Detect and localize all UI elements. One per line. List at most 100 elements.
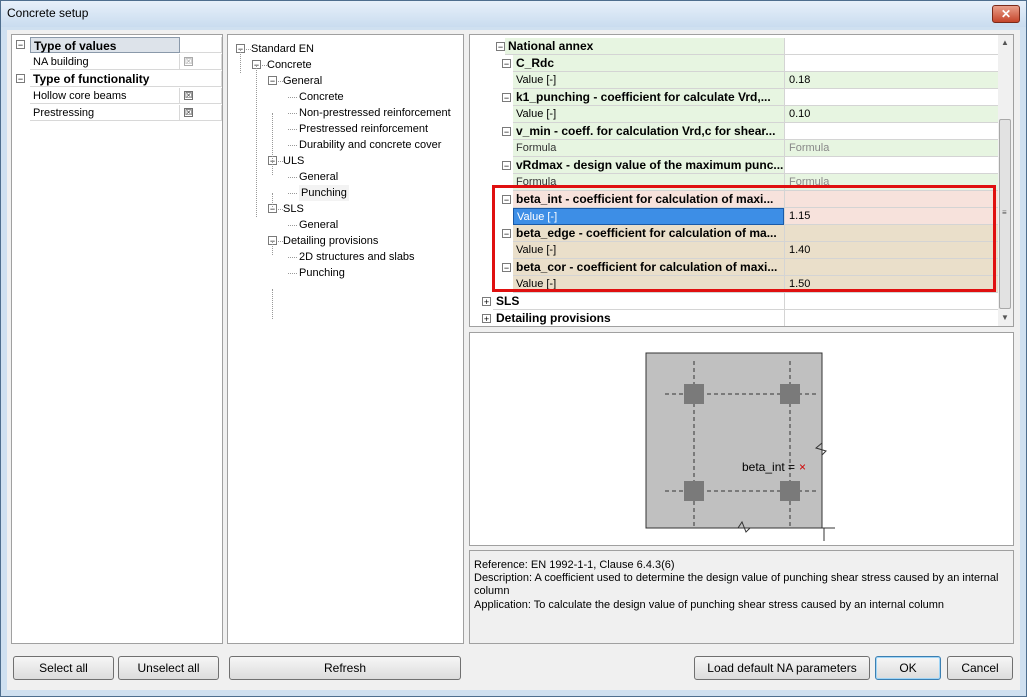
tree-guide: [240, 49, 241, 73]
reference-text: Reference: EN 1992-1-1, Clause 6.4.3(6): [474, 559, 675, 571]
grid-value-cell: Formula: [784, 140, 998, 157]
grid-row[interactable]: + Detailing provisions: [470, 310, 998, 326]
collapse-icon[interactable]: −: [496, 42, 505, 52]
punching-diagram: beta_int = ×: [645, 352, 835, 541]
window-title: Concrete setup: [7, 6, 89, 20]
grid-name-cell: Value [-]: [513, 106, 784, 123]
cancel-button[interactable]: Cancel: [947, 656, 1013, 680]
grid-row[interactable]: Formula Formula: [470, 140, 998, 157]
grid-row[interactable]: Value [-] 0.18: [470, 72, 998, 89]
collapse-icon[interactable]: −: [16, 74, 25, 84]
tree-connector: [288, 113, 297, 114]
scroll-down-arrow-icon[interactable]: ▼: [1001, 313, 1009, 322]
grid-row[interactable]: + SLS: [470, 293, 998, 310]
refresh-button[interactable]: Refresh: [229, 656, 461, 680]
tree-node[interactable]: Concrete: [299, 89, 344, 105]
grid-value-cell: [784, 89, 998, 106]
checkbox[interactable]: ☒: [184, 108, 193, 117]
tree-node[interactable]: SLS: [283, 201, 304, 217]
tree-node[interactable]: ULS: [283, 153, 304, 169]
tree-collapse-icon[interactable]: −: [268, 76, 277, 86]
column-bottom-right: [780, 481, 800, 501]
grid-scrollbar[interactable]: ▲ ≡ ▼: [998, 35, 1013, 326]
grip-icon: ≡: [1002, 208, 1007, 217]
tree-guide: [272, 113, 273, 175]
option-label: Prestressing: [30, 105, 180, 121]
collapse-icon[interactable]: −: [502, 127, 511, 137]
grid-name-cell: National annex: [505, 38, 784, 55]
tree-node[interactable]: General: [299, 217, 338, 233]
unselect-all-button[interactable]: Unselect all: [118, 656, 219, 680]
ok-button[interactable]: OK: [875, 656, 941, 680]
grid-gutter: [470, 140, 514, 157]
grid-row[interactable]: − v_min - coeff. for calculation Vrd,c fo…: [470, 123, 998, 140]
property-grid-panel: − National annex − C_Rdc Value [-] 0.18− k1_pu…: [469, 34, 1014, 327]
beta-int-marker: =: [788, 460, 795, 474]
tree-connector: [288, 257, 297, 258]
tree-node[interactable]: Non-prestressed reinforcement: [299, 105, 451, 121]
dialog-client-area: − Type of values NA building ☒ − Type of func…: [7, 30, 1020, 690]
tree-node[interactable]: General: [283, 73, 322, 89]
selection-highlight-frame: [492, 185, 996, 292]
checkbox[interactable]: ☒: [184, 57, 193, 66]
tree-node[interactable]: Prestressed reinforcement: [299, 121, 428, 137]
application-text: Application: To calculate the design val…: [474, 599, 945, 611]
option-label: NA building: [30, 54, 180, 70]
collapse-icon[interactable]: −: [502, 161, 511, 171]
expand-icon[interactable]: +: [482, 297, 491, 307]
option-label: Type of values: [30, 37, 180, 53]
settings-tree-panel: − Standard EN − Concrete − General Concrete Non…: [227, 34, 464, 644]
grid-name-cell: v_min - coeff. for calculation Vrd,c for…: [513, 123, 784, 140]
grid-value-cell[interactable]: 0.18: [784, 72, 998, 89]
grid-name-cell: Formula: [513, 140, 784, 157]
concrete-setup-window: Concrete setup ✕ − Type of values NA build…: [0, 0, 1027, 697]
tree-node[interactable]: 2D structures and slabs: [299, 249, 415, 265]
tree-node[interactable]: Detailing provisions: [283, 233, 378, 249]
grid-value-cell: [784, 38, 998, 55]
preview-panel: beta_int = ×: [469, 332, 1014, 546]
checkbox[interactable]: ☒: [184, 91, 193, 100]
collapse-icon[interactable]: −: [16, 40, 25, 50]
grid-value-cell: [784, 123, 998, 140]
tree-node[interactable]: Concrete: [267, 57, 312, 73]
grid-row[interactable]: − vRdmax - design value of the maximum pu…: [470, 157, 998, 174]
load-default-na-button[interactable]: Load default NA parameters: [694, 656, 870, 680]
option-label: Type of functionality: [30, 71, 222, 87]
option-row[interactable]: − Type of values: [16, 37, 222, 54]
tree-node[interactable]: Punching: [299, 185, 349, 201]
grid-value-cell: [784, 157, 998, 174]
option-label: Hollow core beams: [30, 88, 180, 104]
grid-row[interactable]: Value [-] 0.10: [470, 106, 998, 123]
column-bottom-left: [684, 481, 704, 501]
grid-name-cell: Value [-]: [513, 72, 784, 89]
description-text: Description: A coefficient used to deter…: [474, 572, 999, 597]
grid-gutter: [470, 38, 494, 55]
grid-row[interactable]: − k1_punching - coefficient for calculate…: [470, 89, 998, 106]
tree-node[interactable]: Durability and concrete cover: [299, 137, 441, 153]
grid-gutter: [470, 72, 514, 89]
expand-icon[interactable]: +: [482, 314, 491, 324]
collapse-icon[interactable]: −: [502, 93, 511, 103]
internal-column-cross-icon: ×: [799, 460, 806, 474]
grid-name-cell: Detailing provisions: [493, 310, 784, 326]
grid-row[interactable]: − C_Rdc: [470, 55, 998, 72]
grid-gutter: [470, 106, 514, 123]
grid-value-cell: [784, 310, 998, 326]
option-row[interactable]: NA building ☒: [16, 54, 222, 71]
option-row[interactable]: Hollow core beams ☒: [16, 88, 222, 105]
close-button[interactable]: ✕: [992, 5, 1020, 23]
tree-node[interactable]: Punching: [299, 265, 345, 281]
option-row[interactable]: Prestressing ☒: [16, 105, 222, 122]
tree-node[interactable]: Standard EN: [251, 41, 314, 57]
scroll-thumb[interactable]: ≡: [999, 119, 1011, 309]
grid-row[interactable]: − National annex: [470, 38, 998, 55]
collapse-icon[interactable]: −: [502, 59, 511, 69]
scroll-up-arrow-icon[interactable]: ▲: [1001, 38, 1009, 47]
column-top-right: [780, 384, 800, 404]
select-all-button[interactable]: Select all: [13, 656, 114, 680]
description-panel: Reference: EN 1992-1-1, Clause 6.4.3(6) …: [469, 550, 1014, 644]
grid-value-cell[interactable]: 0.10: [784, 106, 998, 123]
option-row[interactable]: − Type of functionality: [16, 71, 222, 88]
tree-connector: [288, 145, 297, 146]
tree-node[interactable]: General: [299, 169, 338, 185]
